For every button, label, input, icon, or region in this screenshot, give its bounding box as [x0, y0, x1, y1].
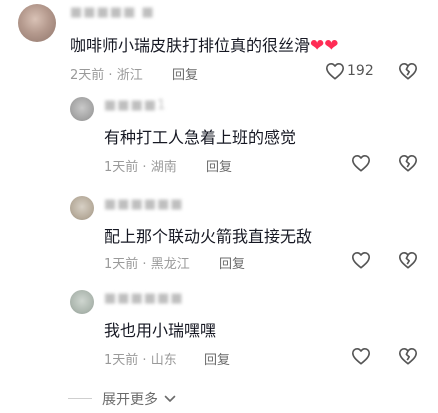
meta-separator: ·	[142, 257, 151, 272]
heart-outline-icon[interactable]	[351, 347, 371, 369]
broken-heart-icon[interactable]	[398, 251, 418, 273]
comment-meta: 2天前 · 浙江	[70, 64, 143, 83]
broken-heart-icon[interactable]	[398, 62, 418, 84]
heart-outline-icon[interactable]	[351, 154, 371, 176]
reply-button[interactable]: 回复	[206, 156, 232, 175]
reply-location: 山东	[150, 353, 177, 368]
comment-text-body: 咖啡师小瑞皮肤打排位真的很丝滑	[70, 36, 311, 55]
reply-time: 1天前	[104, 353, 139, 368]
reply-location: 湖南	[150, 160, 177, 175]
chevron-down-icon	[164, 392, 176, 408]
meta-separator: ·	[142, 353, 151, 368]
heart-outline-icon[interactable]	[325, 62, 345, 84]
meta-separator: ·	[142, 160, 151, 175]
meta-separator: ·	[108, 68, 117, 83]
reply-time: 1天前	[104, 160, 139, 175]
reply-time: 1天前	[104, 257, 139, 272]
comment-location: 浙江	[116, 68, 143, 83]
broken-heart-icon[interactable]	[398, 347, 418, 369]
reply-button[interactable]: 回复	[219, 253, 245, 272]
heart-outline-icon[interactable]	[351, 251, 371, 273]
heart-emoji: ❤❤	[310, 36, 339, 56]
expand-divider	[68, 398, 92, 399]
avatar[interactable]	[70, 290, 94, 314]
reply-meta: 1天前 · 山东	[104, 349, 177, 368]
comment-text: 咖啡师小瑞皮肤打排位真的很丝滑❤❤	[70, 32, 339, 56]
username[interactable]: ■■■■■■	[104, 291, 184, 306]
avatar[interactable]	[70, 97, 94, 121]
username[interactable]: ■■■■1	[104, 98, 166, 113]
reply-text: 我也用小瑞嘿嘿	[104, 321, 217, 340]
reply-meta: 1天前 · 湖南	[104, 156, 177, 175]
expand-more-label: 展开更多	[102, 392, 158, 408]
reply-text: 有种打工人急着上班的感觉	[104, 128, 297, 147]
reply-text: 配上那个联动火箭我直接无敌	[104, 227, 313, 246]
username[interactable]: ■■■■■■	[104, 197, 184, 212]
comment-time: 2天前	[70, 68, 105, 83]
username[interactable]: ■■■■■ ■	[70, 5, 155, 20]
avatar[interactable]	[18, 4, 56, 42]
broken-heart-icon[interactable]	[398, 154, 418, 176]
like-count: 192	[347, 63, 374, 79]
reply-location: 黑龙江	[150, 257, 190, 272]
reply-meta: 1天前 · 黑龙江	[104, 253, 190, 272]
avatar[interactable]	[70, 196, 94, 220]
expand-more-button[interactable]: 展开更多	[102, 389, 176, 409]
reply-button[interactable]: 回复	[204, 349, 230, 368]
reply-button[interactable]: 回复	[172, 64, 198, 83]
